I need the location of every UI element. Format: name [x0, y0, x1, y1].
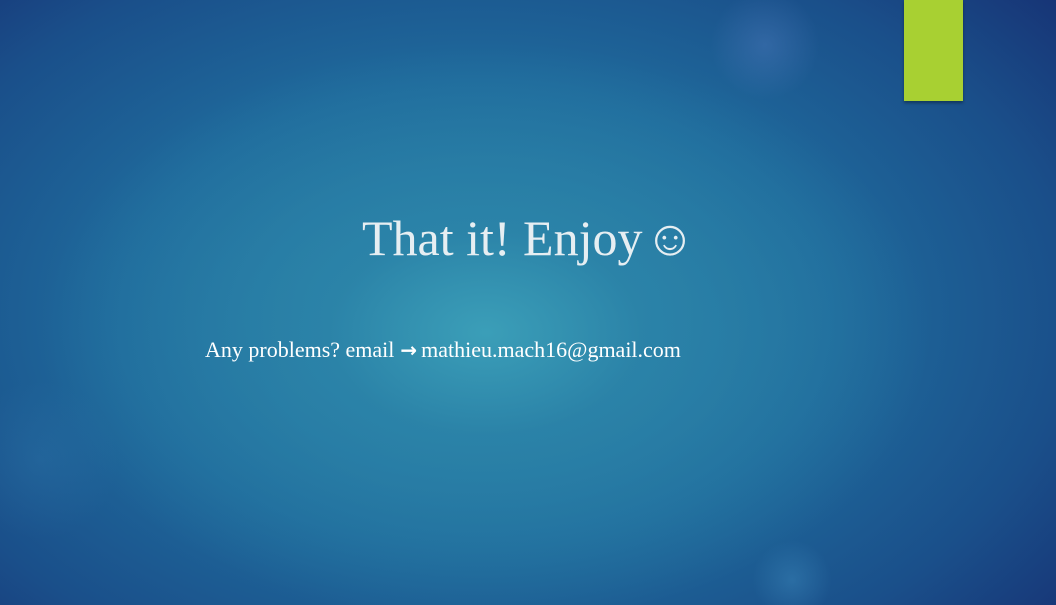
bokeh-light — [752, 540, 832, 605]
contact-prefix: Any problems? email — [205, 337, 395, 362]
contact-email: mathieu.mach16@gmail.com — [421, 337, 681, 362]
accent-bar — [904, 0, 963, 101]
contact-line: Any problems? email → mathieu.mach16@gmail… — [205, 336, 681, 364]
arrow-right-icon: → — [400, 338, 418, 362]
bokeh-light — [710, 0, 820, 100]
bokeh-light — [0, 380, 120, 540]
smiley-icon: ☺ — [644, 210, 696, 266]
slide-title-text: That it! Enjoy☺ — [362, 208, 696, 268]
title-label: That it! Enjoy — [362, 210, 643, 266]
presentation-slide: That it! Enjoy☺ Any problems? email → math… — [0, 0, 1056, 605]
